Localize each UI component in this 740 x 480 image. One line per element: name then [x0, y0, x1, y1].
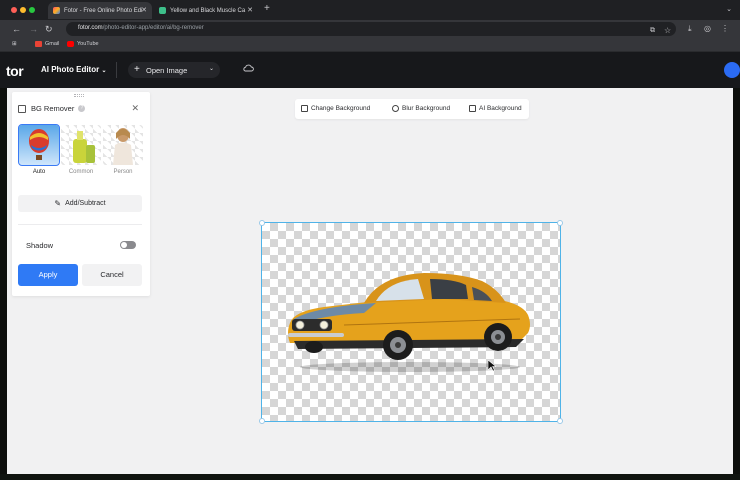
shadow-label: Shadow: [26, 241, 54, 250]
blur-background-button[interactable]: Blur Background: [392, 105, 450, 112]
add-subtract-label: Add/Subtract: [65, 200, 106, 207]
profile-icon[interactable]: ◎: [704, 23, 711, 35]
image-icon: [301, 105, 308, 112]
app-header: tor AI Photo Editor ⌄ + Open Image ⌄: [0, 52, 740, 88]
install-app-icon[interactable]: ⧉: [650, 25, 655, 37]
tab-title: Yellow and Black Muscle Ca: [170, 7, 246, 14]
ai-image-icon: [469, 105, 476, 112]
mode-label: Person: [113, 169, 133, 175]
tab-muscle-car[interactable]: Yellow and Black Muscle Ca ✕: [154, 2, 258, 19]
change-background-button[interactable]: Change Background: [301, 105, 370, 112]
muscle-car-image: [288, 273, 530, 372]
toggle-knob: [121, 242, 127, 248]
tab-close-icon[interactable]: ✕: [247, 6, 253, 14]
balloon-icon: [29, 129, 49, 160]
tab-search-chevron-icon[interactable]: ⌄: [726, 5, 732, 13]
mode-label: Auto: [32, 169, 46, 175]
panel-title-text: BG Remover: [31, 104, 75, 113]
mouse-cursor-icon: [488, 360, 496, 372]
fotor-favicon-icon: [53, 7, 60, 14]
bookmark-gmail[interactable]: Gmail: [35, 41, 59, 47]
reload-icon[interactable]: ↻: [45, 23, 53, 35]
back-arrow-icon[interactable]: ←: [12, 23, 21, 35]
apps-grid-icon[interactable]: ⊞: [12, 41, 17, 47]
ai-photo-editor-menu[interactable]: AI Photo Editor ⌄: [41, 65, 106, 74]
chevron-down-icon: ⌄: [101, 68, 107, 74]
auto-thumbnail: [18, 124, 60, 166]
ai-background-button[interactable]: AI Background: [469, 105, 522, 112]
chevron-down-icon[interactable]: ⌄: [209, 65, 214, 72]
apply-button[interactable]: Apply: [18, 264, 78, 286]
cancel-button[interactable]: Cancel: [82, 264, 142, 286]
tab-close-icon[interactable]: ✕: [141, 6, 147, 14]
close-icon[interactable]: ✕: [131, 104, 139, 113]
bookmark-label: Gmail: [45, 41, 60, 47]
new-tab-button[interactable]: +: [264, 4, 270, 14]
bookmark-star-icon[interactable]: ☆: [664, 25, 671, 37]
bg-remover-panel: BG Remover ? ✕ Auto Common Person ✎ Add/…: [12, 92, 150, 296]
image-canvas[interactable]: [259, 220, 563, 424]
person-thumbnail: [103, 125, 143, 165]
close-window-icon[interactable]: [11, 7, 17, 13]
browser-toolbar: ← → ↻ fotor.com/photo-editor-app/editor/…: [0, 20, 740, 38]
drag-handle[interactable]: [74, 94, 84, 97]
browser-tabbar: Fotor - Free Online Photo Edi ✕ Yellow a…: [0, 0, 740, 20]
download-icon[interactable]: ⤓: [688, 23, 692, 35]
common-thumbnail: [61, 125, 101, 165]
url-host: fotor.com: [78, 25, 103, 31]
url-text[interactable]: fotor.com/photo-editor-app/editor/ai/bg-…: [78, 25, 204, 31]
forward-arrow-icon[interactable]: →: [29, 23, 38, 35]
page-favicon-icon: [159, 7, 166, 14]
desktop-background: [0, 474, 740, 480]
editor-workspace: BG Remover ? ✕ Auto Common Person ✎ Add/…: [7, 88, 733, 474]
resize-handle-bottom-right[interactable]: [557, 418, 563, 424]
help-icon[interactable]: ?: [78, 105, 86, 112]
person-icon: [113, 128, 133, 165]
mode-label: Common: [68, 169, 94, 175]
minimize-window-icon[interactable]: [20, 7, 26, 13]
add-subtract-button[interactable]: ✎ Add/Subtract: [18, 195, 142, 212]
panel-divider: [18, 224, 142, 225]
change-background-label: Change Background: [311, 105, 371, 112]
blur-background-label: Blur Background: [402, 105, 451, 112]
open-image-button[interactable]: + Open Image ⌄: [128, 62, 220, 78]
maximize-window-icon[interactable]: [29, 7, 35, 13]
resize-handle-bottom-left[interactable]: [259, 418, 265, 424]
avatar[interactable]: [724, 62, 740, 78]
plus-icon: +: [134, 64, 140, 75]
ai-background-label: AI Background: [479, 105, 522, 112]
panel-title: BG Remover ?: [18, 104, 86, 113]
cloud-icon[interactable]: [242, 62, 254, 74]
url-path: /photo-editor-app/editor/ai/bg-remover: [102, 25, 204, 31]
open-image-label: Open Image: [146, 66, 188, 75]
bookmark-youtube[interactable]: YouTube: [67, 41, 99, 47]
background-actions-bar: Change Background Blur Background AI Bac…: [295, 99, 529, 119]
bg-remover-icon: [18, 104, 26, 113]
fotor-logo[interactable]: tor: [6, 63, 24, 79]
resize-handle-top-right[interactable]: [557, 220, 563, 226]
bookmark-label: YouTube: [77, 41, 99, 47]
brush-icon: ✎: [54, 199, 62, 208]
editor-menu-label: AI Photo Editor: [41, 65, 100, 74]
tab-title: Fotor - Free Online Photo Edi: [64, 7, 143, 14]
bookmarks-bar: ⊞ Gmail YouTube: [0, 38, 740, 52]
mode-person[interactable]: Person: [103, 125, 143, 175]
tab-fotor[interactable]: Fotor - Free Online Photo Edi ✕: [48, 2, 152, 19]
mode-common[interactable]: Common: [61, 125, 101, 175]
blur-icon: [392, 105, 399, 112]
address-bar[interactable]: fotor.com/photo-editor-app/editor/ai/bg-…: [66, 22, 676, 36]
resize-handle-top-left[interactable]: [259, 220, 265, 226]
gmail-icon: [35, 41, 42, 47]
bottle-icon: [73, 131, 95, 163]
youtube-icon: [67, 41, 74, 47]
shadow-toggle[interactable]: [120, 241, 136, 249]
header-divider: [116, 62, 117, 78]
mode-auto[interactable]: Auto: [18, 124, 60, 175]
more-menu-icon[interactable]: ⋮: [721, 23, 729, 35]
